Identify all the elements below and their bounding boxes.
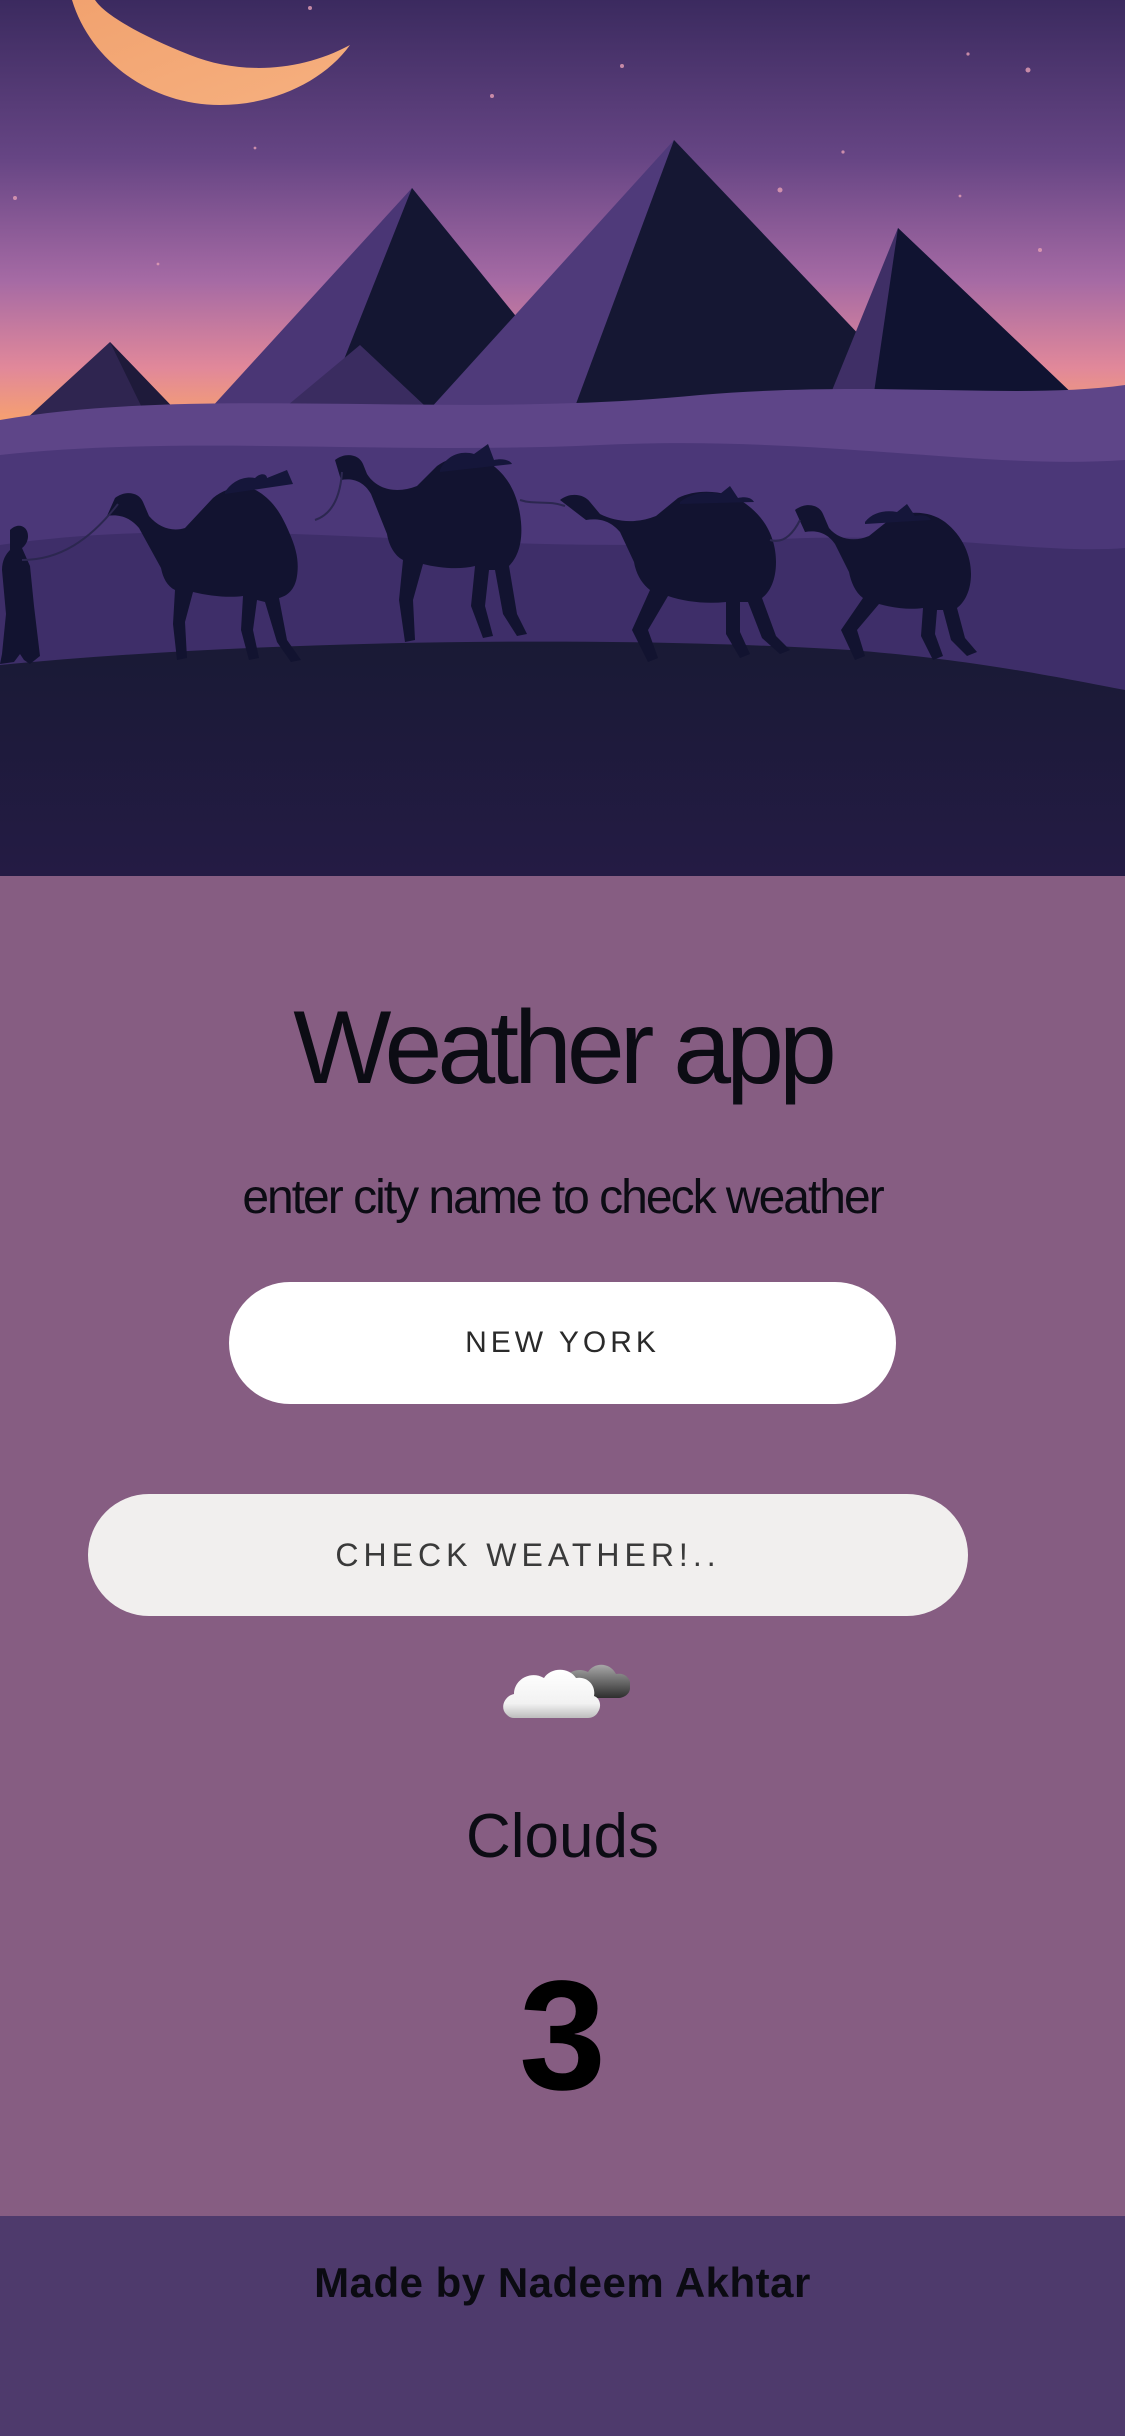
clouds-icon — [500, 1648, 631, 1728]
footer: Made by Nadeem Akhtar — [0, 2216, 1125, 2436]
desert-hero-illustration — [0, 0, 1125, 876]
main-panel: Weather app enter city name to check wea… — [0, 876, 1125, 2216]
footer-credit: Made by Nadeem Akhtar — [314, 2259, 811, 2306]
city-input[interactable] — [229, 1282, 896, 1404]
app-title: Weather app — [293, 990, 837, 1106]
weather-condition: Clouds — [466, 1802, 659, 1871]
temperature-value: 3 — [519, 1949, 606, 2123]
app-subtitle: enter city name to check weather — [242, 1171, 884, 1224]
check-weather-button[interactable]: CHECK WEATHER!.. — [88, 1494, 968, 1616]
weather-page: Weather app enter city name to check wea… — [0, 0, 1125, 2436]
